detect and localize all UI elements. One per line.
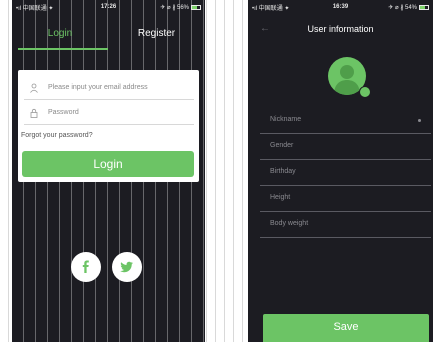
twitter-button[interactable] <box>112 252 142 282</box>
tab-login[interactable]: Login <box>12 24 108 50</box>
nickname-label: Nickname <box>270 116 302 123</box>
forgot-password-link[interactable]: Forgot your password? <box>21 132 93 139</box>
status-bar: •ıl 中国联通 ✦ 17:26 ✈ ⌀ ∦ 56% <box>12 0 205 14</box>
save-button[interactable]: Save <box>263 314 429 342</box>
height-field[interactable]: Height <box>260 186 431 212</box>
tab-register[interactable]: Register <box>108 24 205 50</box>
avatar-edit-badge[interactable] <box>359 86 371 98</box>
login-button[interactable]: Login <box>22 151 194 177</box>
status-bar: •ıl 中国联通 ✦ 16:39 ✈ ⌀ ∦ 54% <box>248 0 433 14</box>
password-placeholder: Password <box>48 109 79 116</box>
birthday-field[interactable]: Birthday <box>260 160 431 186</box>
status-time: 17:26 <box>100 4 117 10</box>
birthday-label: Birthday <box>270 168 296 175</box>
email-placeholder: Please input your email address <box>48 84 148 91</box>
gender-field[interactable]: Gender <box>260 134 431 160</box>
dot-icon <box>418 119 421 122</box>
email-field[interactable]: Please input your email address <box>24 76 194 100</box>
status-right: ✈ ⌀ ∦ 56% <box>139 4 202 11</box>
status-carrier: •ıl 中国联通 ✦ <box>16 5 54 12</box>
status-time: 16:39 <box>332 4 349 10</box>
battery-icon <box>191 4 202 10</box>
body-weight-field[interactable]: Body weight <box>260 212 431 238</box>
gender-label: Gender <box>270 142 294 149</box>
active-tab-indicator <box>18 48 108 50</box>
status-carrier: •ıl 中国联通 ✦ <box>252 5 290 12</box>
auth-tabs: Login Register <box>12 24 205 50</box>
facebook-button[interactable] <box>71 252 101 282</box>
login-form: Please input your email address Password… <box>18 70 199 182</box>
status-battery-text: ✈ ⌀ ∦ 54% <box>388 4 417 11</box>
twitter-icon <box>120 261 133 273</box>
body-weight-label: Body weight <box>270 220 309 227</box>
facebook-icon <box>82 260 89 273</box>
password-field[interactable]: Password <box>24 101 194 125</box>
lock-icon <box>28 107 40 119</box>
page-title: User information <box>307 24 374 34</box>
avatar[interactable] <box>328 57 374 103</box>
status-right: ✈ ⌀ ∦ 54% <box>370 4 429 11</box>
height-label: Height <box>270 194 291 201</box>
status-battery-text: ✈ ⌀ ∦ 56% <box>160 4 190 11</box>
battery-icon <box>419 4 429 10</box>
user-icon <box>28 82 40 94</box>
nickname-field[interactable]: Nickname <box>260 108 431 134</box>
user-info-screen: •ıl 中国联通 ✦ 16:39 ✈ ⌀ ∦ 54% ← User inform… <box>248 0 433 342</box>
